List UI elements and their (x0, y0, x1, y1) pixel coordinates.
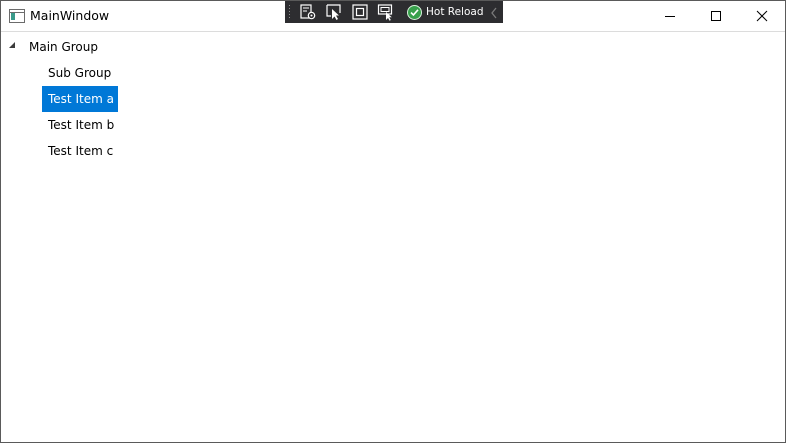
title-bar[interactable]: MainWindow Hot Reload (1, 1, 785, 32)
tree-view[interactable]: Main Group Sub Group Test Item a Test It… (1, 32, 785, 442)
hot-reload-label: Hot Reload (426, 6, 484, 18)
hot-reload-status[interactable]: Hot Reload (407, 3, 484, 21)
live-visual-tree-icon[interactable] (299, 3, 317, 21)
tree-item-label: Sub Group (48, 66, 112, 80)
app-window-icon[interactable] (9, 9, 25, 23)
tree-item-sub-group[interactable]: Sub Group (48, 60, 111, 86)
tree-item-label: Main Group (29, 40, 98, 54)
maximize-icon (711, 11, 721, 21)
tree-item-test-item-b[interactable]: Test Item b (48, 112, 114, 138)
chevron-left-icon[interactable] (489, 5, 499, 19)
maximize-button[interactable] (693, 1, 739, 31)
tree-item-label: Test Item a (48, 92, 114, 106)
toolbar-grip-handle[interactable] (288, 4, 292, 20)
checkmark-circle-icon (407, 4, 422, 20)
minimize-icon (665, 16, 675, 17)
track-focused-element-icon[interactable] (377, 3, 395, 21)
main-window: MainWindow Hot Reload Main Group Sub Gro… (0, 0, 786, 443)
tree-item-main-group[interactable]: Main Group (29, 34, 98, 60)
minimize-button[interactable] (647, 1, 693, 31)
close-button[interactable] (739, 1, 785, 31)
window-title: MainWindow (30, 8, 110, 23)
xaml-runtime-toolbar: Hot Reload (285, 1, 503, 23)
tree-item-test-item-c[interactable]: Test Item c (48, 138, 113, 164)
select-element-icon[interactable] (325, 3, 343, 21)
tree-item-label: Test Item b (48, 118, 115, 132)
expand-collapse-triangle-icon[interactable] (9, 42, 15, 48)
display-layout-adorners-icon[interactable] (351, 3, 369, 21)
tree-item-test-item-a[interactable]: Test Item a (42, 86, 118, 112)
close-icon (756, 10, 768, 22)
tree-item-label: Test Item c (48, 144, 114, 158)
